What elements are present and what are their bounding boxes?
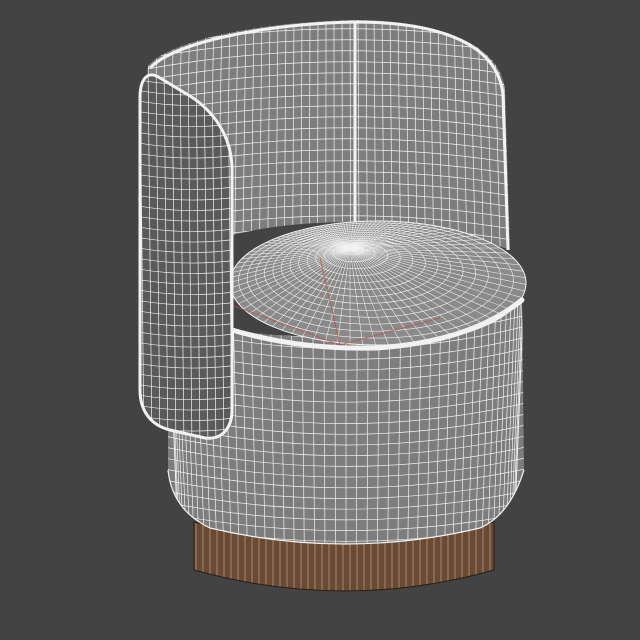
chair-wireframe-render: [138, 20, 527, 592]
3d-viewport[interactable]: [0, 0, 640, 640]
